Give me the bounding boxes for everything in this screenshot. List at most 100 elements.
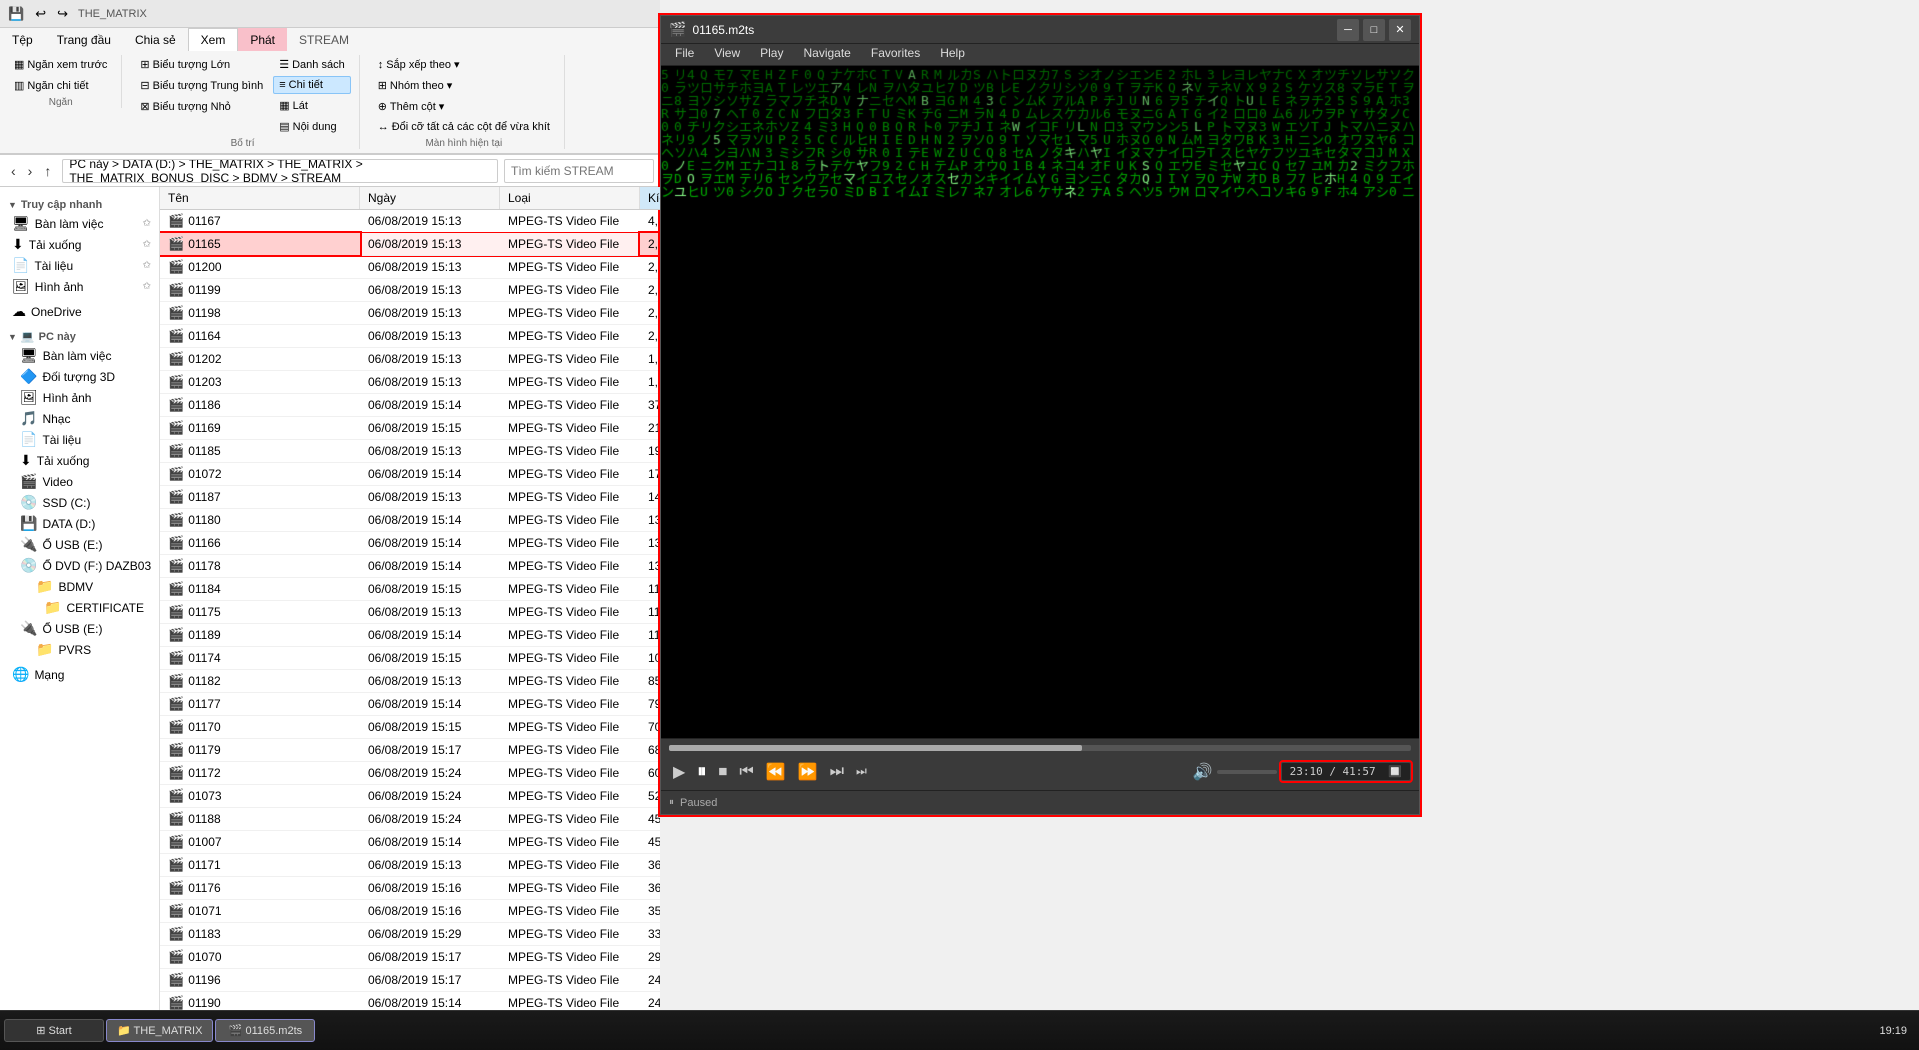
taskbar-explorer-btn[interactable]: 📁 THE_MATRIX bbox=[106, 1019, 213, 1042]
table-row[interactable]: 🎬0118906/08/2019 15:14MPEG-TS Video File… bbox=[160, 624, 660, 647]
mp-menu-favorites[interactable]: Favorites bbox=[861, 44, 930, 65]
btn-sortby[interactable]: ↕ Sắp xếp theo ▾ bbox=[372, 55, 556, 74]
mp-prev-btn[interactable]: ⏮ bbox=[735, 761, 757, 783]
table-row[interactable]: 🎬0117906/08/2019 15:17MPEG-TS Video File… bbox=[160, 739, 660, 762]
tab-chiase[interactable]: Chia sẻ bbox=[123, 28, 188, 51]
table-row[interactable]: 🎬0116506/08/2019 15:13MPEG-TS Video File… bbox=[160, 233, 660, 256]
sidebar-item-usbe[interactable]: 🔌 Ổ USB (E:) bbox=[8, 534, 159, 555]
col-header-name[interactable]: Tên bbox=[160, 187, 360, 209]
sidebar-item-desktop2[interactable]: 🖥 Bàn làm việc bbox=[8, 345, 159, 366]
col-header-date[interactable]: Ngày bbox=[360, 187, 500, 209]
btn-tile[interactable]: ▦ Lát bbox=[273, 96, 350, 115]
mp-stop-btn[interactable]: ⏹ bbox=[714, 759, 731, 784]
table-row[interactable]: 🎬0119906/08/2019 15:13MPEG-TS Video File… bbox=[160, 279, 660, 302]
table-row[interactable]: 🎬0107006/08/2019 15:17MPEG-TS Video File… bbox=[160, 946, 660, 969]
table-row[interactable]: 🎬0118606/08/2019 15:14MPEG-TS Video File… bbox=[160, 394, 660, 417]
sidebar-item-documents2[interactable]: 📄 Tài liệu bbox=[8, 429, 159, 450]
sidebar-header-thispc[interactable]: ▼ 💻 PC này bbox=[0, 326, 159, 345]
mp-next-btn[interactable]: ⏭ bbox=[826, 761, 848, 783]
tab-tep[interactable]: Tệp bbox=[0, 28, 45, 51]
table-row[interactable]: 🎬0118306/08/2019 15:29MPEG-TS Video File… bbox=[160, 923, 660, 946]
search-input[interactable] bbox=[504, 159, 654, 183]
table-row[interactable]: 🎬0118806/08/2019 15:24MPEG-TS Video File… bbox=[160, 808, 660, 831]
table-row[interactable]: 🎬0117406/08/2019 15:15MPEG-TS Video File… bbox=[160, 647, 660, 670]
sidebar-item-ssdc[interactable]: 💿 SSD (C:) bbox=[8, 492, 159, 513]
btn-ngan-chi-tiet[interactable]: ▥ Ngăn chi tiết bbox=[8, 76, 113, 95]
mp-menu-view[interactable]: View bbox=[704, 44, 750, 65]
mp-minimize-btn[interactable]: ─ bbox=[1337, 19, 1359, 41]
mp-volume-slider[interactable] bbox=[1217, 770, 1277, 774]
mp-play-btn[interactable]: ▶ bbox=[669, 760, 689, 784]
mp-menu-help[interactable]: Help bbox=[930, 44, 975, 65]
mp-frame-next-btn[interactable]: ⏭ bbox=[852, 762, 871, 781]
sidebar-item-documents[interactable]: 📄 Tài liệu ✩ bbox=[0, 255, 159, 276]
mp-menu-play[interactable]: Play bbox=[750, 44, 793, 65]
mp-menu-navigate[interactable]: Navigate bbox=[793, 44, 860, 65]
sidebar-item-music[interactable]: 🎵 Nhạc bbox=[8, 408, 159, 429]
breadcrumb[interactable]: PC này > DATA (D:) > THE_MATRIX > THE_MA… bbox=[62, 159, 498, 183]
sidebar-item-videos[interactable]: 🎬 Video bbox=[8, 471, 159, 492]
mp-progress-bar[interactable] bbox=[669, 745, 1411, 751]
btn-detail[interactable]: ≡ Chi tiết bbox=[273, 76, 350, 94]
table-row[interactable]: 🎬0116706/08/2019 15:13MPEG-TS Video File… bbox=[160, 210, 660, 233]
btn-small-icon[interactable]: ⊠ Biểu tượng Nhỏ bbox=[134, 97, 269, 116]
sidebar-item-usbe2[interactable]: 🔌 Ổ USB (E:) bbox=[8, 618, 159, 639]
redo-btn[interactable]: ↪ bbox=[53, 4, 72, 24]
table-row[interactable]: 🎬0118206/08/2019 15:13MPEG-TS Video File… bbox=[160, 670, 660, 693]
mp-pause-btn[interactable]: ⏸ bbox=[693, 759, 710, 784]
btn-addcol[interactable]: ⊕ Thêm cột ▾ bbox=[372, 97, 556, 116]
sidebar-item-bdmv[interactable]: 📁 BDMV bbox=[8, 576, 159, 597]
table-row[interactable]: 🎬0120206/08/2019 15:13MPEG-TS Video File… bbox=[160, 348, 660, 371]
mp-rewind-btn[interactable]: ⏪ bbox=[762, 760, 790, 784]
sidebar-item-downloads2[interactable]: ⬇ Tải xuống bbox=[8, 450, 159, 471]
btn-content[interactable]: ▤ Nội dung bbox=[273, 117, 350, 136]
undo-btn[interactable]: ↩ bbox=[31, 4, 50, 24]
table-row[interactable]: 🎬0120006/08/2019 15:13MPEG-TS Video File… bbox=[160, 256, 660, 279]
table-row[interactable]: 🎬0120306/08/2019 15:13MPEG-TS Video File… bbox=[160, 371, 660, 394]
up-button[interactable]: ↑ bbox=[39, 161, 56, 181]
sidebar-item-3d[interactable]: 🔷 Đối tượng 3D bbox=[8, 366, 159, 387]
btn-list[interactable]: ☰ Danh sách bbox=[273, 55, 350, 74]
sidebar-item-certificate[interactable]: 📁 CERTIFICATE bbox=[8, 597, 159, 618]
sidebar-header-quickaccess[interactable]: ▼ Truy cập nhanh bbox=[0, 195, 159, 213]
table-row[interactable]: 🎬0117506/08/2019 15:13MPEG-TS Video File… bbox=[160, 601, 660, 624]
table-row[interactable]: 🎬0100706/08/2019 15:14MPEG-TS Video File… bbox=[160, 831, 660, 854]
sidebar-item-onedrive[interactable]: ☁ OneDrive bbox=[0, 301, 159, 322]
table-row[interactable]: 🎬0107206/08/2019 15:14MPEG-TS Video File… bbox=[160, 463, 660, 486]
table-row[interactable]: 🎬0116606/08/2019 15:14MPEG-TS Video File… bbox=[160, 532, 660, 555]
col-header-size[interactable]: Kích cỡ bbox=[640, 187, 660, 209]
table-row[interactable]: 🎬0117206/08/2019 15:24MPEG-TS Video File… bbox=[160, 762, 660, 785]
table-row[interactable]: 🎬0116406/08/2019 15:13MPEG-TS Video File… bbox=[160, 325, 660, 348]
table-row[interactable]: 🎬0118506/08/2019 15:13MPEG-TS Video File… bbox=[160, 440, 660, 463]
save-btn[interactable]: 💾 bbox=[4, 4, 28, 24]
btn-medium-icon[interactable]: ⊟ Biểu tượng Trung bình bbox=[134, 76, 269, 95]
table-row[interactable]: 🎬0117106/08/2019 15:13MPEG-TS Video File… bbox=[160, 854, 660, 877]
tab-stream[interactable]: STREAM bbox=[287, 28, 361, 51]
forward-button[interactable]: › bbox=[23, 161, 38, 181]
table-row[interactable]: 🎬0118006/08/2019 15:14MPEG-TS Video File… bbox=[160, 509, 660, 532]
taskbar-player-btn[interactable]: 🎬 01165.m2ts bbox=[215, 1019, 315, 1042]
btn-large-icon[interactable]: ⊞ Biểu tượng Lớn bbox=[134, 55, 269, 74]
mp-close-btn[interactable]: ✕ bbox=[1389, 19, 1411, 41]
mp-forward-btn[interactable]: ⏩ bbox=[794, 760, 822, 784]
table-row[interactable]: 🎬0119606/08/2019 15:17MPEG-TS Video File… bbox=[160, 969, 660, 992]
table-row[interactable]: 🎬0117006/08/2019 15:15MPEG-TS Video File… bbox=[160, 716, 660, 739]
sidebar-item-datad[interactable]: 💾 DATA (D:) bbox=[8, 513, 159, 534]
sidebar-item-images2[interactable]: 🖼 Hình ảnh bbox=[8, 387, 159, 408]
sidebar-item-pvrs[interactable]: 📁 PVRS bbox=[8, 639, 159, 660]
table-row[interactable]: 🎬0119806/08/2019 15:13MPEG-TS Video File… bbox=[160, 302, 660, 325]
table-row[interactable]: 🎬0117606/08/2019 15:16MPEG-TS Video File… bbox=[160, 877, 660, 900]
btn-fitcol[interactable]: ↔ Đổi cỡ tất cả các cột để vừa khít bbox=[372, 118, 556, 136]
mp-menu-file[interactable]: File bbox=[665, 44, 704, 65]
sidebar-item-desktop[interactable]: 🖥 Bàn làm việc ✩ bbox=[0, 213, 159, 234]
tab-trangdau[interactable]: Trang đầu bbox=[45, 28, 123, 51]
table-row[interactable]: 🎬0107306/08/2019 15:24MPEG-TS Video File… bbox=[160, 785, 660, 808]
sidebar-item-downloads[interactable]: ⬇ Tải xuống ✩ bbox=[0, 234, 159, 255]
back-button[interactable]: ‹ bbox=[6, 161, 21, 181]
col-header-type[interactable]: Loại bbox=[500, 187, 640, 209]
table-row[interactable]: 🎬0117706/08/2019 15:14MPEG-TS Video File… bbox=[160, 693, 660, 716]
table-row[interactable]: 🎬0116906/08/2019 15:15MPEG-TS Video File… bbox=[160, 417, 660, 440]
btn-ngan-xem-truoc[interactable]: ▦ Ngăn xem trước bbox=[8, 55, 113, 74]
tab-xem[interactable]: Xem bbox=[188, 28, 239, 51]
taskbar-start-btn[interactable]: ⊞ Start bbox=[4, 1019, 104, 1042]
